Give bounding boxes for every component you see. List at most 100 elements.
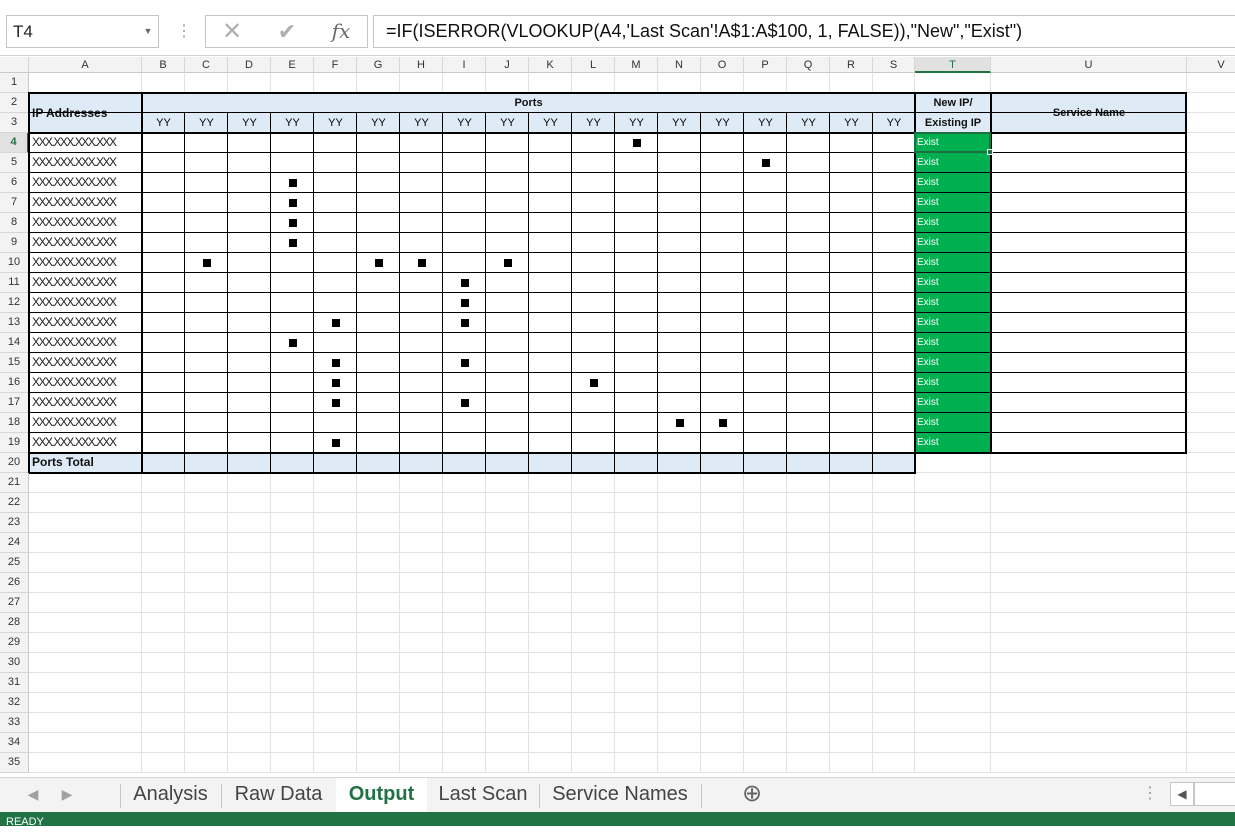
column-header-d[interactable]: D xyxy=(228,57,271,73)
ports-total-cell[interactable] xyxy=(572,453,615,473)
column-header-m[interactable]: M xyxy=(615,57,658,73)
status-cell[interactable]: Exist xyxy=(915,213,991,233)
ports-total-cell[interactable] xyxy=(142,453,185,473)
column-header-s[interactable]: S xyxy=(873,57,915,73)
tab-service-names[interactable]: Service Names xyxy=(540,778,700,812)
ports-total-cell[interactable] xyxy=(271,453,314,473)
ports-total-cell[interactable] xyxy=(228,453,271,473)
scroll-left-icon[interactable]: ◀ xyxy=(1170,782,1194,806)
column-header-q[interactable]: Q xyxy=(787,57,830,73)
more-options-icon[interactable]: ⋮ xyxy=(1142,778,1158,812)
row-header-17[interactable]: 17 xyxy=(0,393,29,413)
ports-total-cell[interactable] xyxy=(787,453,830,473)
column-header-n[interactable]: N xyxy=(658,57,701,73)
ports-total-cell[interactable] xyxy=(185,453,228,473)
ip-address-cell[interactable]: XXX.XXX.XXX.XXX xyxy=(29,293,142,313)
ip-address-cell[interactable]: XXX.XXX.XXX.XXX xyxy=(29,273,142,293)
row-header-27[interactable]: 27 xyxy=(0,593,29,613)
row-header-13[interactable]: 13 xyxy=(0,313,29,333)
status-cell[interactable]: Exist xyxy=(915,233,991,253)
status-cell[interactable]: Exist xyxy=(915,253,991,273)
service-name-cell[interactable] xyxy=(991,253,1187,273)
service-name-cell[interactable] xyxy=(991,213,1187,233)
status-cell[interactable]: Exist xyxy=(915,393,991,413)
row-header-19[interactable]: 19 xyxy=(0,433,29,453)
ports-total-cell[interactable] xyxy=(873,453,915,473)
column-header-g[interactable]: G xyxy=(357,57,400,73)
row-header-31[interactable]: 31 xyxy=(0,673,29,693)
ports-total-cell[interactable] xyxy=(529,453,572,473)
service-name-cell[interactable] xyxy=(991,133,1187,153)
service-name-cell[interactable] xyxy=(991,153,1187,173)
status-cell[interactable]: Exist xyxy=(915,313,991,333)
column-header-k[interactable]: K xyxy=(529,57,572,73)
status-cell[interactable]: Exist xyxy=(915,433,991,453)
ip-address-cell[interactable]: XXX.XXX.XXX.XXX xyxy=(29,413,142,433)
row-header-6[interactable]: 6 xyxy=(0,173,29,193)
status-cell[interactable]: Exist xyxy=(915,173,991,193)
column-header-j[interactable]: J xyxy=(486,57,529,73)
ip-address-cell[interactable]: XXX.XXX.XXX.XXX xyxy=(29,333,142,353)
column-header-f[interactable]: F xyxy=(314,57,357,73)
status-cell[interactable]: Exist xyxy=(915,153,991,173)
tab-output[interactable]: Output xyxy=(336,778,427,815)
ip-address-cell[interactable]: XXX.XXX.XXX.XXX xyxy=(29,193,142,213)
service-name-cell[interactable] xyxy=(991,353,1187,373)
row-header-22[interactable]: 22 xyxy=(0,493,29,513)
ip-address-cell[interactable]: XXX.XXX.XXX.XXX xyxy=(29,133,142,153)
row-header-10[interactable]: 10 xyxy=(0,253,29,273)
service-name-cell[interactable] xyxy=(991,193,1187,213)
row-header-26[interactable]: 26 xyxy=(0,573,29,593)
name-box[interactable]: T4 xyxy=(6,15,159,48)
insert-function-icon[interactable]: fx xyxy=(326,17,356,47)
service-name-cell[interactable] xyxy=(991,233,1187,253)
ports-total-cell[interactable] xyxy=(615,453,658,473)
column-header-t[interactable]: T xyxy=(915,57,991,73)
ip-address-cell[interactable]: XXX.XXX.XXX.XXX xyxy=(29,253,142,273)
row-header-18[interactable]: 18 xyxy=(0,413,29,433)
row-header-34[interactable]: 34 xyxy=(0,733,29,753)
scroll-left-icon[interactable]: ◀ xyxy=(22,778,44,812)
tab-raw-data[interactable]: Raw Data xyxy=(222,778,335,812)
row-header-24[interactable]: 24 xyxy=(0,533,29,553)
ip-address-cell[interactable]: XXX.XXX.XXX.XXX xyxy=(29,393,142,413)
column-header-l[interactable]: L xyxy=(572,57,615,73)
service-name-cell[interactable] xyxy=(991,433,1187,453)
column-header-a[interactable]: A xyxy=(29,57,142,73)
service-name-cell[interactable] xyxy=(991,273,1187,293)
status-cell[interactable]: Exist xyxy=(915,353,991,373)
formula-input[interactable]: =IF(ISERROR(VLOOKUP(A4,'Last Scan'!A$1:A… xyxy=(373,15,1235,48)
status-cell[interactable]: Exist xyxy=(915,413,991,433)
scroll-right-icon[interactable]: ▶ xyxy=(56,778,78,812)
row-header-3[interactable]: 3 xyxy=(0,113,29,133)
row-header-20[interactable]: 20 xyxy=(0,453,29,473)
row-header-9[interactable]: 9 xyxy=(0,233,29,253)
service-name-cell[interactable] xyxy=(991,413,1187,433)
chevron-down-icon[interactable]: ▼ xyxy=(139,15,157,48)
column-header-v[interactable]: V xyxy=(1187,57,1235,73)
ports-total-cell[interactable] xyxy=(830,453,873,473)
fill-handle[interactable] xyxy=(987,149,993,155)
spreadsheet-grid[interactable]: A B C D E F G H I J K L M N O P Q R S T U V 1 2 3 4 5 6 7 8 9 10 11 12 13 1… xyxy=(0,57,1235,777)
column-header-i[interactable]: I xyxy=(443,57,486,73)
row-header-8[interactable]: 8 xyxy=(0,213,29,233)
row-header-25[interactable]: 25 xyxy=(0,553,29,573)
column-header-e[interactable]: E xyxy=(271,57,314,73)
horizontal-scrollbar[interactable] xyxy=(1194,782,1235,806)
row-header-16[interactable]: 16 xyxy=(0,373,29,393)
close-icon[interactable]: ✕ xyxy=(220,18,244,46)
column-header-r[interactable]: R xyxy=(830,57,873,73)
ports-total-cell[interactable] xyxy=(314,453,357,473)
column-header-o[interactable]: O xyxy=(701,57,744,73)
tab-last-scan[interactable]: Last Scan xyxy=(428,778,538,812)
service-name-cell[interactable] xyxy=(991,313,1187,333)
row-header-32[interactable]: 32 xyxy=(0,693,29,713)
select-all-corner[interactable] xyxy=(0,57,29,73)
column-header-p[interactable]: P xyxy=(744,57,787,73)
status-cell[interactable]: Exist xyxy=(915,293,991,313)
ports-total-cell[interactable] xyxy=(357,453,400,473)
ip-address-cell[interactable]: XXX.XXX.XXX.XXX xyxy=(29,433,142,453)
ports-total-cell[interactable] xyxy=(443,453,486,473)
more-options-icon[interactable]: ⋮ xyxy=(176,22,192,42)
column-header-h[interactable]: H xyxy=(400,57,443,73)
